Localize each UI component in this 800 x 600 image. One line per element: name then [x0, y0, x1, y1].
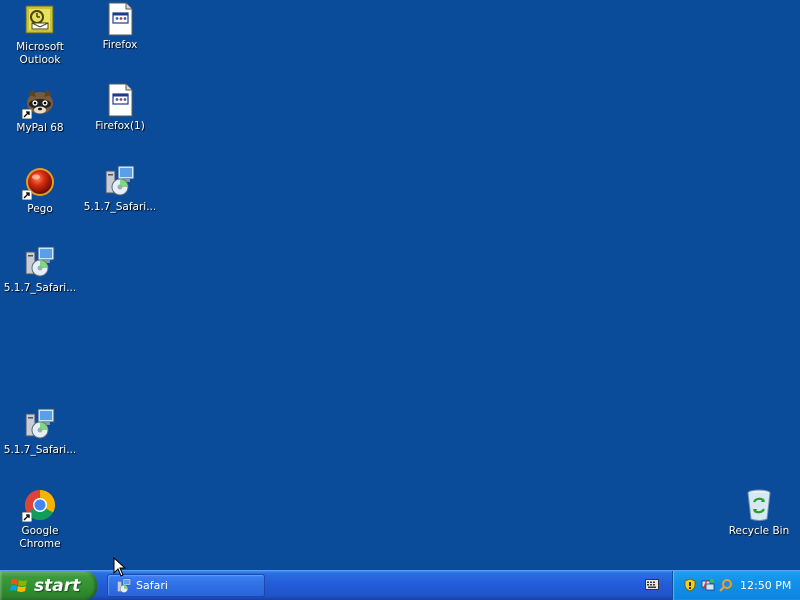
shield-icon[interactable]	[683, 578, 697, 592]
start-button[interactable]: start	[0, 571, 97, 600]
desktop-icon-firefox[interactable]: Firefox	[80, 2, 160, 52]
mouse-cursor-icon	[113, 557, 127, 577]
desktop-icon-label: Recycle Bin	[728, 525, 790, 537]
desktop-icon-safari-installer-1[interactable]: 5.1.7_Safari...	[80, 164, 160, 214]
taskbar-button-safari[interactable]: Safari	[107, 574, 265, 597]
keyboard-icon[interactable]	[645, 579, 659, 590]
installer-icon	[105, 165, 135, 196]
desktop-icon-safari-installer-2[interactable]: 5.1.7_Safari...	[0, 245, 80, 295]
desktop-icon-google-chrome[interactable]: Google Chrome	[0, 488, 80, 551]
desktop-icon-pego[interactable]: Pego	[0, 166, 80, 216]
desktop-icon-label: Pego	[27, 203, 53, 215]
desktop-icon-label: 5.1.7_Safari...	[3, 444, 77, 456]
windows-logo-icon	[10, 578, 27, 592]
start-label: start	[34, 575, 81, 596]
shortcut-arrow-icon	[22, 190, 32, 200]
shortcut-arrow-icon	[22, 512, 32, 522]
desktop-icon-recycle-bin[interactable]: Recycle Bin	[719, 488, 799, 538]
installer-icon	[117, 578, 131, 593]
desktop-icon-safari-installer-3[interactable]: 5.1.7_Safari...	[0, 407, 80, 457]
desktop-icon-label: Firefox(1)	[95, 120, 145, 132]
desktop-icon-label: 5.1.7_Safari...	[3, 282, 77, 294]
installer-icon	[25, 246, 55, 277]
recycle-bin-icon	[747, 489, 771, 521]
search-icon[interactable]	[719, 578, 733, 592]
file-icon	[108, 83, 133, 117]
installer-icon	[25, 408, 55, 439]
desktop-icon-label: Microsoft Outlook	[16, 41, 64, 66]
clock[interactable]: 12:50 PM	[740, 579, 791, 592]
desktop-icon-label: MyPal 68	[16, 122, 64, 134]
network-icon[interactable]	[701, 578, 715, 592]
desktop-icon-label: 5.1.7_Safari...	[83, 201, 157, 213]
desktop-icon-label: Google Chrome	[19, 525, 61, 550]
desktop-icon-mypal-68[interactable]: MyPal 68	[0, 85, 80, 135]
desktop-icon-microsoft-outlook[interactable]: Microsoft Outlook	[0, 4, 80, 67]
taskbar-button-label: Safari	[136, 579, 168, 592]
desktop-icon-label: Firefox	[102, 39, 138, 51]
desktop-icon-firefox-1[interactable]: Firefox(1)	[80, 83, 160, 133]
shortcut-arrow-icon	[22, 109, 32, 119]
file-icon	[108, 2, 133, 36]
outlook-icon	[25, 5, 54, 34]
desktop: Microsoft Outlook Firefox MyPal 68 Firef…	[0, 0, 800, 570]
